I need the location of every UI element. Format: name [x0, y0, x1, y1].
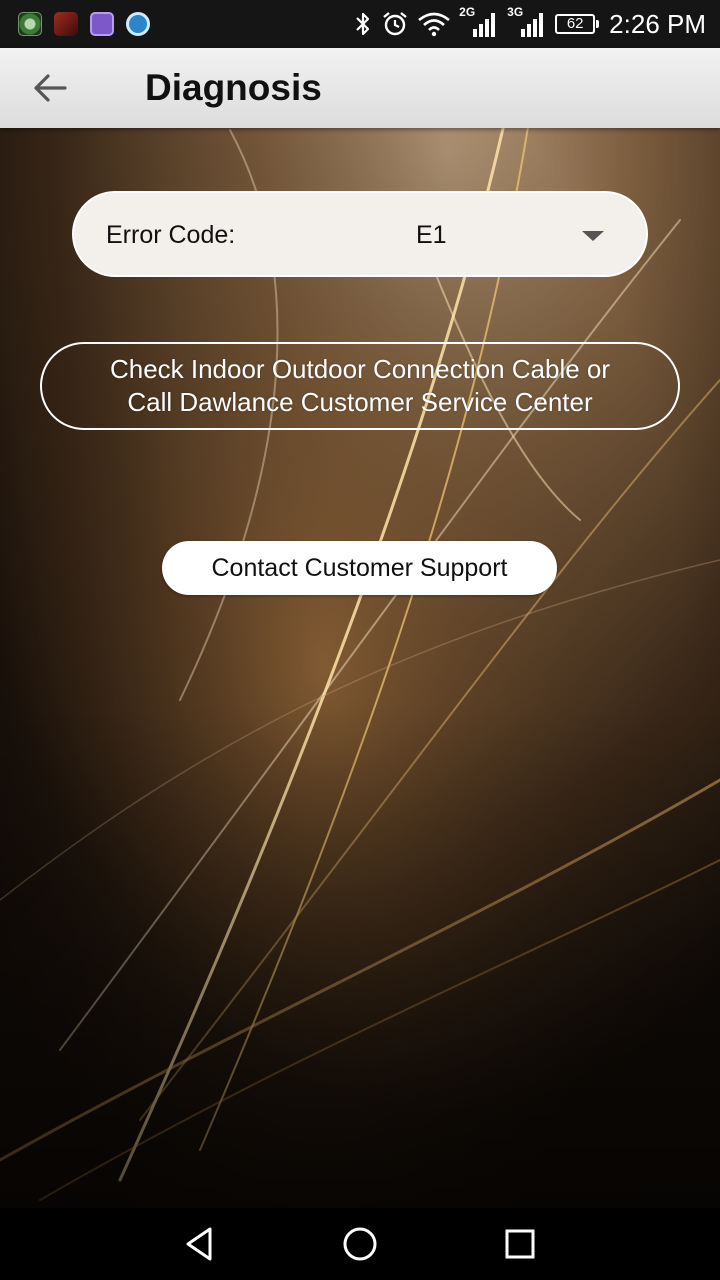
vpn-notification-icon [126, 12, 150, 36]
notification-icons [18, 12, 150, 36]
wifi-icon [418, 12, 450, 37]
circle-home-icon [343, 1227, 377, 1261]
diagnosis-message-box: Check Indoor Outdoor Connection Cable or… [40, 342, 680, 430]
navigation-bar [0, 1208, 720, 1280]
back-button[interactable] [26, 64, 74, 112]
chevron-down-icon [582, 231, 604, 241]
contact-support-button[interactable]: Contact Customer Support [162, 541, 557, 595]
square-recent-icon [505, 1229, 535, 1259]
bluetooth-icon [356, 12, 370, 36]
signal-2g-icon: 2G [459, 5, 499, 41]
signal-3g-icon: 3G [507, 5, 547, 41]
arrow-left-icon [34, 74, 67, 102]
alarm-icon [383, 12, 407, 36]
diagnosis-message: Check Indoor Outdoor Connection Cable or… [109, 354, 611, 417]
error-code-dropdown[interactable]: Error Code: E1 [72, 191, 648, 277]
nav-home-button[interactable] [338, 1222, 382, 1266]
battery-icon: 62 [555, 14, 600, 34]
app-bar: Diagnosis [0, 48, 720, 128]
system-icons: 2G 3G 62 2:26 PM [353, 0, 706, 48]
status-bar: 2G 3G 62 2:26 PM [0, 0, 720, 48]
game-notification-icon [54, 12, 78, 36]
gallery-notification-icon [90, 12, 114, 36]
error-code-value: E1 [416, 221, 447, 249]
error-code-label: Error Code: [106, 221, 236, 249]
screen: 2G 3G 62 2:26 PM Diagnosis Error Code: E… [0, 0, 720, 1280]
page-title: Diagnosis [145, 67, 322, 108]
nav-back-button[interactable] [178, 1222, 222, 1266]
nav-recent-button[interactable] [498, 1222, 542, 1266]
app-notification-icon [18, 12, 42, 36]
status-time: 2:26 PM [609, 8, 706, 39]
triangle-back-icon [186, 1227, 212, 1261]
